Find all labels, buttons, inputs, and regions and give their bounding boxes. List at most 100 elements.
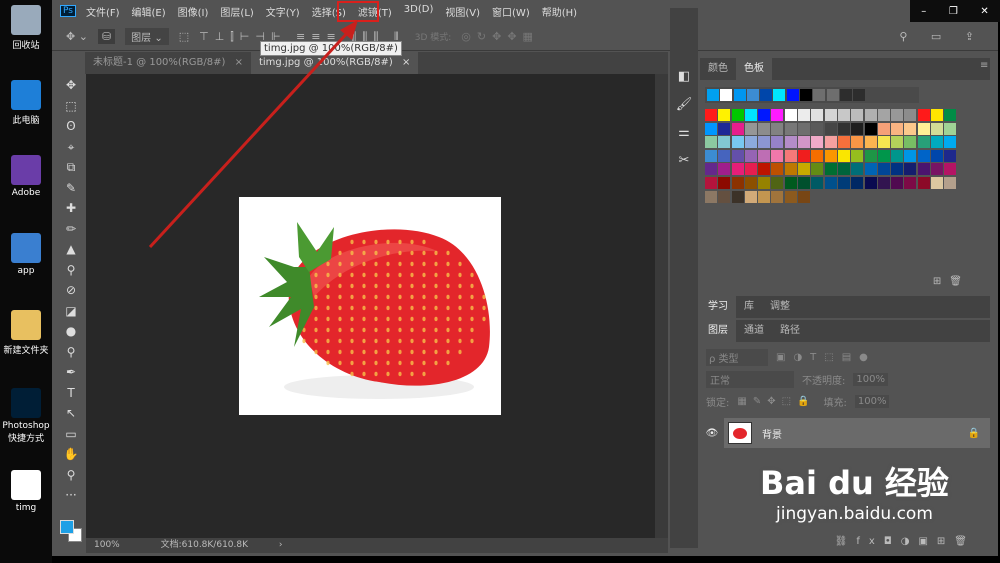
- swatch[interactable]: [877, 136, 890, 149]
- minimize-icon[interactable]: –: [921, 6, 926, 17]
- tab-adjustments[interactable]: 调整: [762, 296, 798, 318]
- swatch[interactable]: [744, 163, 757, 176]
- menu-item[interactable]: 文件(F): [86, 4, 120, 19]
- swatch[interactable]: [705, 109, 717, 121]
- swatch[interactable]: [839, 89, 852, 101]
- filter-kind[interactable]: ρ 类型: [706, 348, 768, 366]
- swatch[interactable]: [798, 122, 811, 135]
- auto-select-dropdown[interactable]: 图层 ⌄: [125, 28, 169, 45]
- swatch[interactable]: [917, 149, 930, 162]
- brush-icon[interactable]: 🖌: [670, 91, 698, 119]
- swatch[interactable]: [944, 109, 957, 121]
- swatch[interactable]: [758, 122, 771, 135]
- tool-button[interactable]: ✚: [66, 200, 76, 217]
- swatch[interactable]: [851, 163, 864, 176]
- tool-button[interactable]: ⬚: [65, 98, 76, 115]
- swatch[interactable]: [851, 122, 864, 135]
- swatch[interactable]: [798, 149, 811, 162]
- swatch[interactable]: [784, 149, 797, 162]
- swatch[interactable]: [813, 89, 826, 101]
- swatch[interactable]: [891, 136, 904, 149]
- tab-library[interactable]: 库: [736, 296, 762, 318]
- tool-button[interactable]: ⌖: [68, 139, 75, 156]
- swatch[interactable]: [705, 190, 717, 203]
- swatch[interactable]: [931, 163, 944, 176]
- swatch[interactable]: [877, 122, 890, 135]
- tab-learn[interactable]: 学习: [700, 296, 736, 318]
- swatch[interactable]: [786, 89, 799, 101]
- swatch[interactable]: [837, 176, 850, 189]
- swatch[interactable]: [837, 149, 850, 162]
- zoom-level[interactable]: 100%: [94, 540, 120, 550]
- swatch[interactable]: [718, 149, 731, 162]
- blend-mode[interactable]: 正常: [706, 370, 794, 388]
- desktop-icon[interactable]: Photoshop 快捷方式: [2, 388, 50, 444]
- strawberry-image[interactable]: [239, 197, 501, 415]
- tool-button[interactable]: ···: [65, 487, 76, 504]
- swatch[interactable]: [931, 149, 944, 162]
- tool-button[interactable]: ✏: [66, 221, 76, 238]
- swatch[interactable]: [877, 149, 890, 162]
- swatch[interactable]: [758, 109, 771, 121]
- swatch[interactable]: [771, 176, 784, 189]
- swatch[interactable]: [944, 122, 957, 135]
- swatch[interactable]: [931, 109, 944, 121]
- swatch[interactable]: [771, 163, 784, 176]
- tool-button[interactable]: ▭: [65, 426, 76, 443]
- tool-button[interactable]: ⚲: [67, 262, 76, 279]
- swatch[interactable]: [744, 122, 757, 135]
- swatch[interactable]: [771, 136, 784, 149]
- swatch[interactable]: [904, 149, 917, 162]
- swatch[interactable]: [733, 89, 746, 101]
- swatch[interactable]: [718, 190, 731, 203]
- swatch[interactable]: [851, 109, 864, 121]
- swatch[interactable]: [731, 163, 744, 176]
- tool-button[interactable]: ⚲: [67, 467, 76, 484]
- eye-icon[interactable]: 👁: [700, 428, 724, 439]
- swatch[interactable]: [944, 149, 957, 162]
- tool-button[interactable]: ▲: [66, 241, 75, 258]
- swatch[interactable]: [731, 176, 744, 189]
- maximize-icon[interactable]: ❐: [949, 6, 958, 17]
- swatch[interactable]: [824, 109, 837, 121]
- swatch[interactable]: [798, 176, 811, 189]
- swatch[interactable]: [917, 136, 930, 149]
- swatch[interactable]: [705, 176, 717, 189]
- swatch[interactable]: [917, 176, 930, 189]
- desktop-icon[interactable]: Adobe: [2, 155, 50, 198]
- fill-value[interactable]: 100%: [854, 394, 890, 408]
- swatch[interactable]: [784, 122, 797, 135]
- swatch[interactable]: [851, 149, 864, 162]
- swatch[interactable]: [824, 149, 837, 162]
- tab-color[interactable]: 颜色: [700, 58, 736, 80]
- tool-button[interactable]: ⚲: [67, 344, 76, 361]
- swatch[interactable]: [837, 136, 850, 149]
- swatch[interactable]: [904, 122, 917, 135]
- swatch[interactable]: [705, 122, 717, 135]
- menu-item[interactable]: 文字(Y): [266, 4, 300, 19]
- swatch[interactable]: [851, 136, 864, 149]
- swatch[interactable]: [744, 176, 757, 189]
- tool-button[interactable]: ●: [66, 323, 76, 340]
- filter-icons[interactable]: ▣◑T⬚▤●: [776, 352, 876, 363]
- swatch[interactable]: [917, 163, 930, 176]
- swatch[interactable]: [877, 163, 890, 176]
- tool-button[interactable]: ✋: [64, 446, 79, 463]
- menu-item[interactable]: 视图(V): [445, 4, 480, 19]
- swatch[interactable]: [771, 190, 784, 203]
- menu-item[interactable]: 图像(I): [178, 4, 209, 19]
- menu-item[interactable]: 图层(L): [220, 4, 253, 19]
- lock-icons[interactable]: ▦✎✥⬚🔒: [737, 396, 815, 407]
- menu-item[interactable]: 3D(D): [404, 4, 434, 19]
- menu-item[interactable]: 窗口(W): [492, 4, 530, 19]
- adjust-icon[interactable]: ⚌: [670, 119, 698, 147]
- swatch[interactable]: [758, 163, 771, 176]
- swatch[interactable]: [718, 109, 731, 121]
- swatch[interactable]: [746, 89, 759, 101]
- tool-button[interactable]: ʘ: [66, 118, 75, 135]
- swatch[interactable]: [904, 163, 917, 176]
- swatch[interactable]: [705, 136, 717, 149]
- swatch[interactable]: [731, 122, 744, 135]
- desktop-icon[interactable]: 此电脑: [2, 80, 50, 126]
- swatch[interactable]: [718, 163, 731, 176]
